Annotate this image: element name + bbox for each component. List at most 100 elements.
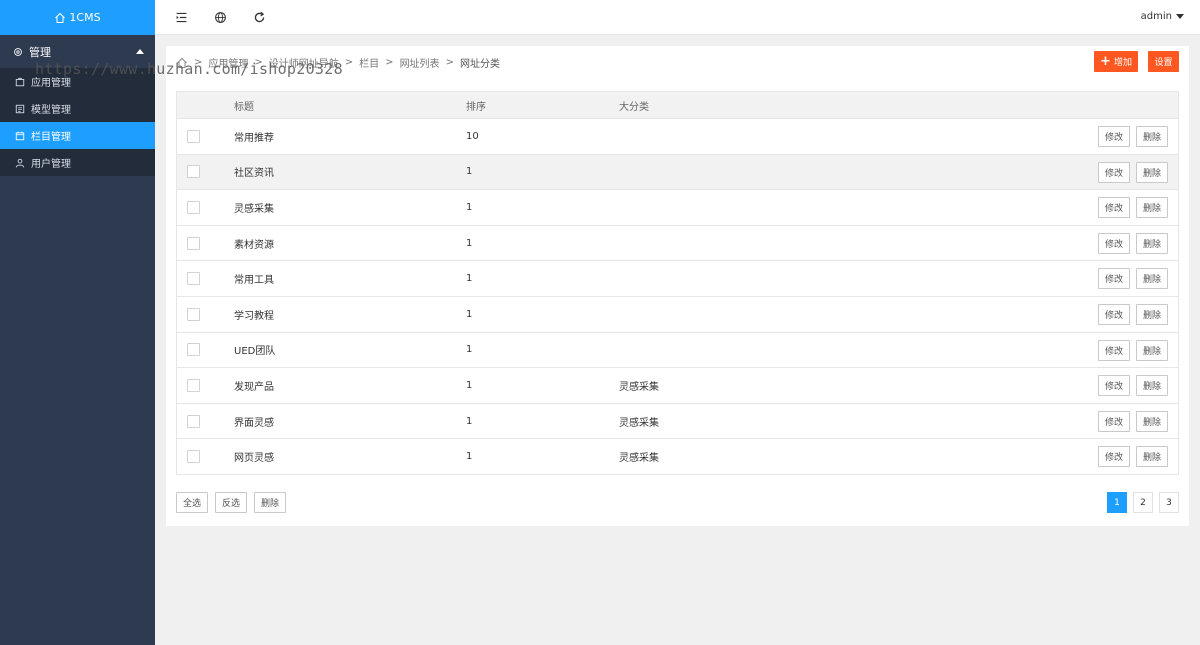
breadcrumb-item[interactable]: 设计师网址导航 [269,55,339,70]
invert-selection-button[interactable]: 反选 [215,492,247,513]
app-icon [15,77,25,86]
sidebar-item-label: 模型管理 [31,105,71,116]
sidebar-item-label: 栏目管理 [31,132,71,143]
delete-button[interactable]: 删除 [1136,410,1168,432]
row-order: 1 [466,273,473,285]
delete-button[interactable]: 删除 [1136,375,1168,397]
edit-button[interactable]: 修改 [1098,197,1130,219]
table-row: 发现产品 1 灵感采集 修改 删除 [177,367,1178,403]
row-title: 常用工具 [234,275,274,287]
add-button-label: 增加 [1113,58,1132,68]
edit-button[interactable]: 修改 [1098,232,1130,254]
row-checkbox[interactable] [187,307,200,321]
delete-button[interactable]: 删除 [1136,161,1168,183]
delete-button[interactable]: 删除 [1136,303,1168,325]
sidebar-group-manage[interactable]: 管理 [0,35,155,68]
row-checkbox[interactable] [187,129,200,143]
logo-text: 1CMS [69,11,101,24]
breadcrumb-item[interactable]: 应用管理 [208,55,248,70]
edit-button[interactable]: 修改 [1098,268,1130,290]
table-row: 网页灵感 1 灵感采集 修改 删除 [177,438,1178,474]
row-checkbox[interactable] [187,272,200,286]
user-menu[interactable]: admin [1141,11,1184,22]
row-order: 1 [466,415,473,427]
edit-button[interactable]: 修改 [1098,161,1130,183]
add-button[interactable]: + 增加 [1094,51,1138,72]
table-row: 学习教程 1 修改 删除 [177,295,1178,332]
breadcrumb-item[interactable]: 栏目 [359,55,379,70]
edit-button[interactable]: 修改 [1098,446,1130,468]
row-category: 灵感采集 [619,453,659,465]
sidebar-group-label: 管理 [29,45,51,59]
row-title: 素材资源 [234,239,274,251]
delete-button[interactable]: 删除 [1136,339,1168,361]
page-button[interactable]: 2 [1133,492,1153,513]
pagination: 1 2 3 [1107,492,1179,513]
row-order: 1 [466,344,473,356]
sidebar: 1CMS 管理 应用管理 模型管理 栏目管理 用户管理 [0,0,155,645]
row-checkbox[interactable] [187,165,200,179]
row-category: 灵感采集 [619,381,659,393]
plus-icon: + [1100,54,1111,69]
row-checkbox[interactable] [187,343,200,357]
main-panel: > 应用管理 > 设计师网址导航 > 栏目 > 网址列表 > 网址分类 + 增加… [166,46,1189,526]
globe-icon[interactable] [214,11,227,24]
bulk-delete-button[interactable]: 删除 [254,492,286,513]
row-order: 1 [466,308,473,320]
row-checkbox[interactable] [187,450,200,464]
logo[interactable]: 1CMS [0,0,155,35]
edit-button[interactable]: 修改 [1098,375,1130,397]
row-order: 1 [466,201,473,213]
calendar-icon [15,131,25,140]
table-body: 常用推荐 10 修改 删除 社区资讯 1 修改 删除 灵感采集 1 修改 删除 素材资源 1 修改 删除 常用工… [177,118,1178,474]
delete-button[interactable]: 删除 [1136,446,1168,468]
table-row: 社区资讯 1 修改 删除 [177,153,1178,190]
row-checkbox[interactable] [187,414,200,428]
table-row: 界面灵感 1 灵感采集 修改 删除 [177,402,1178,439]
row-title: 常用推荐 [234,132,274,144]
table-header: 标题 排序 大分类 [177,92,1178,118]
breadcrumb-separator: > [344,57,354,68]
select-all-button[interactable]: 全选 [176,492,208,513]
sidebar-item-models[interactable]: 模型管理 [0,95,155,122]
row-checkbox[interactable] [187,236,200,250]
category-table: 标题 排序 大分类 常用推荐 10 修改 删除 社区资讯 1 修改 删除 灵感采集 1 修改 删除 素材… [176,91,1179,475]
table-row: UED团队 1 修改 删除 [177,331,1178,368]
table-row: 常用推荐 10 修改 删除 [177,118,1178,154]
breadcrumb-separator: > [445,57,454,68]
settings-button[interactable]: 设置 [1148,51,1179,72]
breadcrumb: > 应用管理 > 设计师网址导航 > 栏目 > 网址列表 > 网址分类 [176,55,500,70]
sidebar-item-columns[interactable]: 栏目管理 [0,122,155,149]
row-title: UED团队 [234,346,276,358]
table-row: 素材资源 1 修改 删除 [177,224,1178,261]
refresh-icon[interactable] [253,11,266,24]
row-title: 界面灵感 [234,417,274,429]
model-icon [15,104,25,113]
edit-button[interactable]: 修改 [1098,126,1130,147]
edit-button[interactable]: 修改 [1098,339,1130,361]
breadcrumb-current: 网址分类 [459,59,500,70]
edit-button[interactable]: 修改 [1098,410,1130,432]
menu-collapse-icon[interactable] [175,11,188,24]
row-checkbox[interactable] [187,200,200,214]
row-order: 1 [466,166,473,178]
sidebar-item-label: 用户管理 [31,159,71,170]
page-button[interactable]: 1 [1107,492,1127,513]
sidebar-item-users[interactable]: 用户管理 [0,149,155,176]
header-order: 排序 [466,101,486,113]
delete-button[interactable]: 删除 [1136,232,1168,254]
breadcrumb-item[interactable]: 网址列表 [400,55,440,70]
page-button[interactable]: 3 [1159,492,1179,513]
home-icon[interactable] [176,57,188,69]
delete-button[interactable]: 删除 [1136,126,1168,147]
home-icon [55,12,66,23]
edit-button[interactable]: 修改 [1098,303,1130,325]
delete-button[interactable]: 删除 [1136,197,1168,219]
row-title: 社区资讯 [234,168,274,180]
delete-button[interactable]: 删除 [1136,268,1168,290]
row-checkbox[interactable] [187,378,200,392]
breadcrumb-separator: > [385,57,394,68]
row-order: 1 [466,237,473,249]
table-row: 常用工具 1 修改 删除 [177,260,1178,296]
sidebar-item-apps[interactable]: 应用管理 [0,68,155,95]
